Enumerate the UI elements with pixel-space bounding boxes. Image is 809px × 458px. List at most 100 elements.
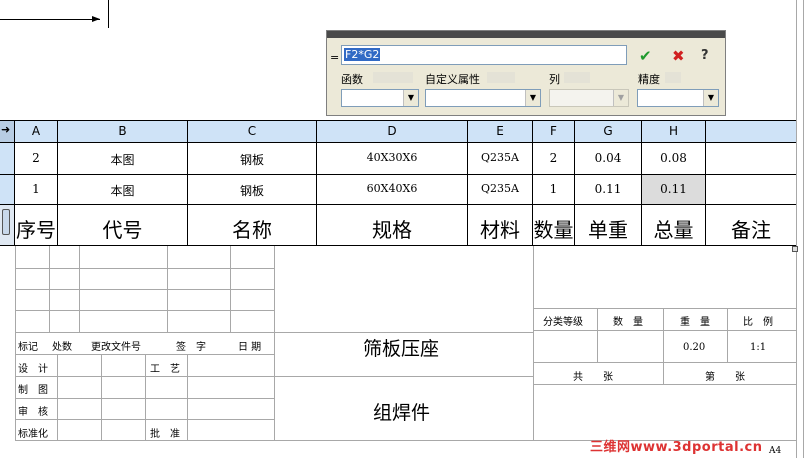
resize-handle[interactable] [792,246,798,252]
title-block-line [663,308,664,362]
title-block-line [15,310,274,311]
table-cell[interactable]: 2 [533,151,574,165]
title-block-line [274,246,275,440]
table-cell[interactable]: 本图 [58,182,187,199]
title-block-line [101,354,102,440]
col-header-g[interactable]: G [575,120,641,142]
title-block-line [79,246,80,332]
column-dropdown[interactable]: ▼ [549,89,629,107]
title-block-line [57,354,58,440]
row-header-1[interactable] [0,143,14,174]
tb-count: 处数 [52,342,72,353]
title-block-line [15,332,533,333]
header-cell-name[interactable]: 名称 [188,214,316,243]
cancel-x-icon[interactable]: ✖ [672,48,685,64]
header-cell-spec[interactable]: 规格 [317,214,467,243]
help-question-icon[interactable]: ? [701,48,709,64]
title-block-line [275,376,533,377]
row-header-3[interactable] [0,205,14,245]
formula-input[interactable]: F2*G2 [341,45,627,65]
title-block-line [533,246,534,440]
column-label: 列 [549,73,560,86]
tb-design: 设 计 [18,364,48,375]
tb-sheet-no: 第 张 [705,372,745,383]
col-header-a[interactable]: A [15,120,57,142]
label-bar [665,72,681,83]
formula-bar: = F2*G2 ✔ ✖ ? 函数 自定义属性 列 精度 ▼ ▼ ▼ ▼ [326,30,726,116]
table-cell[interactable]: 本图 [58,151,187,168]
chevron-down-icon: ▼ [525,90,540,106]
part-name: 筛板压座 [363,338,440,360]
title-block-line [15,246,16,440]
sheet-border [796,0,797,458]
title-block-line [15,289,274,290]
table-cell[interactable]: 0.11 [575,182,641,196]
grid-line [0,142,796,143]
chevron-down-icon: ▼ [703,90,718,106]
tb-standard: 标准化 [18,429,48,440]
sheet-border [803,0,804,458]
row-header-2[interactable] [0,175,14,204]
header-cell-material[interactable]: 材料 [468,214,532,243]
arrow-tip [92,16,100,22]
col-header-h[interactable]: H [642,120,705,142]
table-cell[interactable]: 钢板 [188,182,316,199]
tb-total-sheets: 共 张 [573,372,613,383]
grid-line [0,120,796,121]
title-block-line [167,246,168,332]
col-header-f[interactable]: F [533,120,574,142]
table-cell[interactable]: Q235A [468,182,532,195]
custom-property-dropdown[interactable]: ▼ [425,89,541,107]
table-cell[interactable]: 60X40X6 [317,182,467,195]
table-cell[interactable]: 0.08 [642,151,705,165]
table-cell[interactable]: 1 [533,182,574,196]
tb-date: 日 期 [238,342,262,353]
title-block-line [597,308,598,362]
custom-property-label: 自定义属性 [425,73,480,86]
tb-classification: 分类等级 [543,317,583,328]
title-block-line [145,354,146,440]
tb-change-doc: 更改文件号 [91,342,141,353]
tb-drawing: 制 图 [18,385,48,396]
watermark: 三维网www.3dportal.cn [590,440,763,455]
tb-quantity: 数 量 [613,317,643,328]
accept-check-icon[interactable]: ✔ [639,48,652,64]
header-cell-code[interactable]: 代号 [58,214,187,243]
header-cell-qty[interactable]: 数量 [533,214,574,243]
title-block-line [534,384,796,385]
table-cell[interactable]: 40X30X6 [317,151,467,164]
title-block-line [534,308,796,309]
precision-dropdown[interactable]: ▼ [637,89,719,107]
title-block-line [534,330,796,331]
table-cell[interactable]: 0.04 [575,151,641,165]
table-cell[interactable]: 钢板 [188,151,316,168]
col-header-c[interactable]: C [188,120,316,142]
tb-signature: 签 字 [176,342,206,353]
header-cell-unit-weight[interactable]: 单重 [575,214,641,243]
table-cell[interactable]: Q235A [468,151,532,164]
label-bar [373,72,413,83]
col-header-d[interactable]: D [317,120,467,142]
formula-bar-titlebar[interactable] [327,31,725,38]
chevron-down-icon: ▼ [613,90,628,106]
part-type: 组焊件 [373,402,431,424]
col-header-e[interactable]: E [468,120,532,142]
table-cell[interactable]: 2 [15,151,57,165]
title-block-line [534,362,796,363]
header-cell-remarks[interactable]: 备注 [706,214,796,243]
tb-approve: 批 准 [150,429,180,440]
function-dropdown[interactable]: ▼ [341,89,419,107]
header-cell-index[interactable]: 序号 [15,214,57,243]
equals-sign: = [330,51,340,64]
grid-line [0,245,796,246]
row-header-corner[interactable]: ➜ [0,120,14,142]
col-header-b[interactable]: B [58,120,187,142]
grid-line [0,174,796,175]
selected-cell[interactable]: 0.11 [642,182,705,196]
tb-mark: 标记 [18,342,38,353]
header-cell-total-weight[interactable]: 总量 [642,214,705,243]
tb-weight: 重 量 [680,317,710,328]
table-cell[interactable]: 1 [15,182,57,196]
grip-icon [2,209,10,235]
paper-size: A4 [769,446,782,456]
